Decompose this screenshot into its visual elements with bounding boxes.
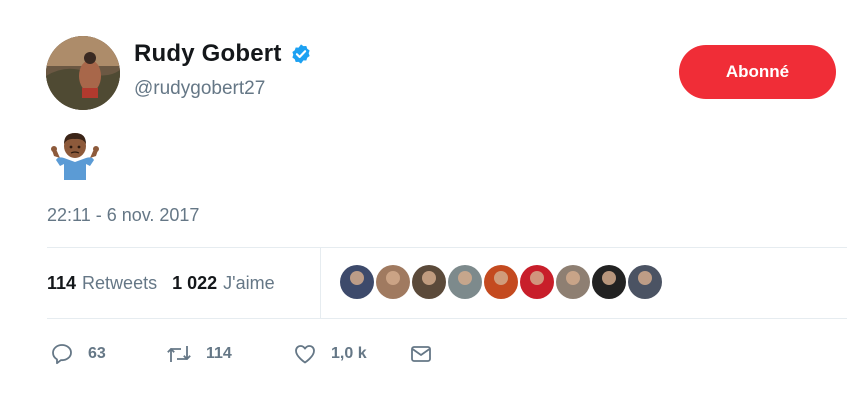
liker-avatar[interactable]: [556, 265, 590, 299]
verified-badge-icon: [290, 43, 312, 65]
like-button[interactable]: 1,0 k: [293, 342, 409, 366]
following-button[interactable]: Abonné: [679, 45, 836, 99]
liker-avatar[interactable]: [340, 265, 374, 299]
likers-avatars: [340, 265, 664, 299]
liker-avatar[interactable]: [484, 265, 518, 299]
envelope-icon: [411, 346, 431, 362]
likes-stat[interactable]: 1 022 J'aime: [172, 273, 275, 294]
retweets-stat[interactable]: 114 Retweets: [47, 273, 157, 294]
user-name-row: Rudy Gobert: [134, 40, 312, 68]
liker-avatar[interactable]: [592, 265, 626, 299]
reply-button[interactable]: 63: [50, 342, 166, 366]
liker-avatar[interactable]: [412, 265, 446, 299]
liker-avatar[interactable]: [628, 265, 662, 299]
liker-avatar[interactable]: [376, 265, 410, 299]
tweet-actions: 63 114 1,0 k: [50, 342, 433, 366]
user-handle[interactable]: @rudygobert27: [134, 78, 265, 100]
heart-icon: [295, 345, 315, 364]
direct-message-button[interactable]: [409, 342, 433, 366]
like-count: 1,0 k: [331, 345, 367, 362]
reply-count: 63: [88, 345, 106, 362]
retweet-icon: [167, 346, 191, 362]
retweets-count: 114: [47, 273, 77, 293]
liker-avatar[interactable]: [520, 265, 554, 299]
user-avatar[interactable]: [46, 36, 120, 110]
likes-count: 1 022: [172, 273, 218, 293]
tweet-card: Rudy Gobert @rudygobert27 Abonné 22:11 -…: [0, 0, 847, 411]
user-name[interactable]: Rudy Gobert: [134, 40, 282, 68]
reply-icon: [52, 344, 72, 365]
divider-bottom: [47, 318, 847, 319]
tweet-stats: 114 Retweets 1 022 J'aime: [47, 273, 275, 294]
retweet-count: 114: [206, 345, 232, 362]
divider-top: [47, 247, 847, 248]
person-shrugging-emoji-icon: [50, 130, 100, 182]
liker-avatar[interactable]: [448, 265, 482, 299]
likes-label: J'aime: [223, 273, 275, 293]
retweets-label: Retweets: [82, 273, 158, 293]
stats-divider: [320, 248, 321, 318]
retweet-button[interactable]: 114: [166, 342, 293, 366]
tweet-timestamp[interactable]: 22:11 - 6 nov. 2017: [47, 205, 199, 226]
